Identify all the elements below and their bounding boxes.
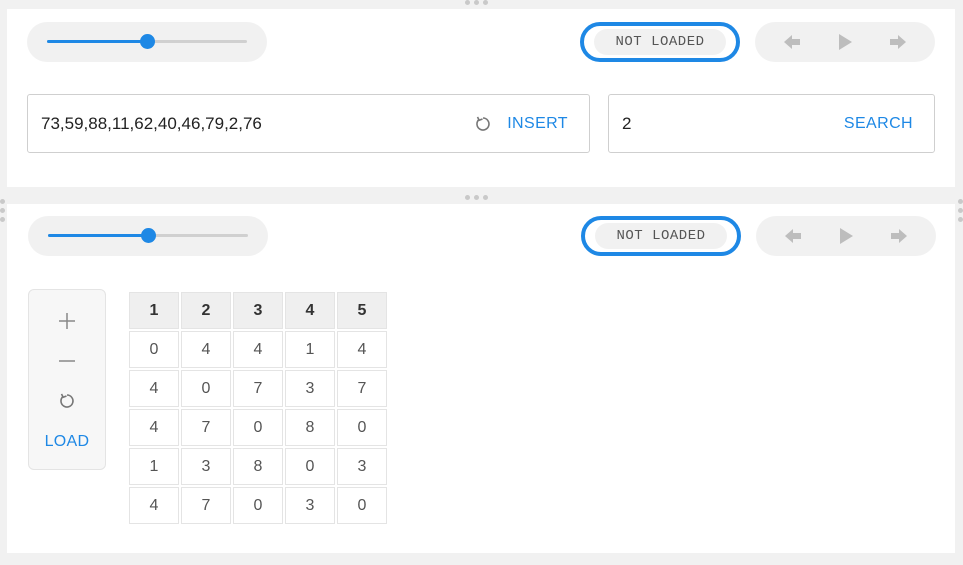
bottom-panel: NOT LOADED LOAD 1 2 3 4 5 0 4 4 1 4 4 0 …	[7, 204, 955, 553]
step-forward-icon[interactable]	[884, 221, 914, 251]
matrix-cell[interactable]: 4	[233, 331, 283, 368]
matrix-row: 0 4 4 1 4	[129, 331, 387, 368]
insert-input[interactable]: 73,59,88,11,62,40,46,79,2,76	[28, 114, 473, 134]
load-button[interactable]: LOAD	[29, 431, 105, 453]
matrix-header: 3	[233, 292, 283, 329]
search-input[interactable]: 2	[609, 114, 844, 134]
matrix-cell[interactable]: 3	[181, 448, 231, 485]
slider-track	[48, 228, 248, 243]
graph-tools: LOAD	[28, 289, 106, 470]
minus-icon[interactable]	[29, 350, 105, 372]
matrix-cell[interactable]: 0	[285, 448, 335, 485]
matrix-cell[interactable]: 7	[181, 487, 231, 524]
matrix-row: 4 7 0 8 0	[129, 409, 387, 446]
matrix-cell[interactable]: 8	[285, 409, 335, 446]
matrix-cell[interactable]: 1	[285, 331, 335, 368]
matrix-cell[interactable]: 0	[233, 487, 283, 524]
play-icon[interactable]	[830, 27, 860, 57]
slider-track	[47, 34, 247, 49]
matrix-cell[interactable]: 3	[337, 448, 387, 485]
matrix-cell[interactable]: 7	[233, 370, 283, 407]
search-field[interactable]: 2 SEARCH	[608, 94, 935, 153]
matrix-cell[interactable]: 7	[337, 370, 387, 407]
matrix-header: 2	[181, 292, 231, 329]
matrix-cell[interactable]: 4	[129, 487, 179, 524]
reset-icon[interactable]	[29, 390, 105, 412]
resize-grip-right[interactable]	[958, 199, 963, 222]
status-text: NOT LOADED	[594, 29, 726, 55]
step-forward-icon[interactable]	[883, 27, 913, 57]
matrix-cell[interactable]: 7	[181, 409, 231, 446]
insert-field[interactable]: 73,59,88,11,62,40,46,79,2,76 INSERT	[27, 94, 590, 153]
resize-grip-top[interactable]	[465, 0, 488, 5]
slider-fill	[47, 40, 147, 43]
matrix-cell[interactable]: 4	[181, 331, 231, 368]
top-panel: NOT LOADED 73,59,88,11,62,40,46,79,2,76 …	[7, 9, 955, 187]
speed-slider[interactable]	[27, 22, 267, 62]
slider-thumb[interactable]	[140, 34, 155, 49]
matrix-row: 1 3 8 0 3	[129, 448, 387, 485]
matrix-header: 5	[337, 292, 387, 329]
matrix-cell[interactable]: 3	[285, 370, 335, 407]
matrix-cell[interactable]: 3	[285, 487, 335, 524]
step-back-icon[interactable]	[777, 27, 807, 57]
step-back-icon[interactable]	[778, 221, 808, 251]
insert-button[interactable]: INSERT	[507, 115, 568, 133]
matrix-cell[interactable]: 0	[181, 370, 231, 407]
matrix-cell[interactable]: 0	[337, 409, 387, 446]
matrix-cell[interactable]: 4	[129, 370, 179, 407]
slider-fill	[48, 234, 148, 237]
matrix-row: 4 0 7 3 7	[129, 370, 387, 407]
speed-slider[interactable]	[28, 216, 268, 256]
resize-grip-left[interactable]	[0, 199, 5, 222]
resize-grip-middle[interactable]	[465, 195, 488, 200]
reset-icon[interactable]	[473, 114, 493, 134]
matrix-cell[interactable]: 0	[233, 409, 283, 446]
playback-controls	[755, 22, 935, 62]
load-button-label: LOAD	[44, 433, 90, 450]
status-badge: NOT LOADED	[580, 22, 740, 62]
matrix-row: 4 7 0 3 0	[129, 487, 387, 524]
search-button[interactable]: SEARCH	[844, 115, 913, 133]
matrix-cell[interactable]: 8	[233, 448, 283, 485]
matrix-cell[interactable]: 0	[337, 487, 387, 524]
matrix-header: 4	[285, 292, 335, 329]
adjacency-matrix: 1 2 3 4 5 0 4 4 1 4 4 0 7 3 7 4 7 0 8 0 …	[127, 290, 389, 526]
slider-thumb[interactable]	[141, 228, 156, 243]
playback-controls	[756, 216, 936, 256]
matrix-cell[interactable]: 1	[129, 448, 179, 485]
matrix-cell[interactable]: 4	[337, 331, 387, 368]
matrix-cell[interactable]: 4	[129, 409, 179, 446]
play-icon[interactable]	[831, 221, 861, 251]
plus-icon[interactable]	[29, 310, 105, 332]
matrix-header: 1	[129, 292, 179, 329]
status-badge: NOT LOADED	[581, 216, 741, 256]
matrix-cell[interactable]: 0	[129, 331, 179, 368]
status-text: NOT LOADED	[595, 223, 727, 249]
